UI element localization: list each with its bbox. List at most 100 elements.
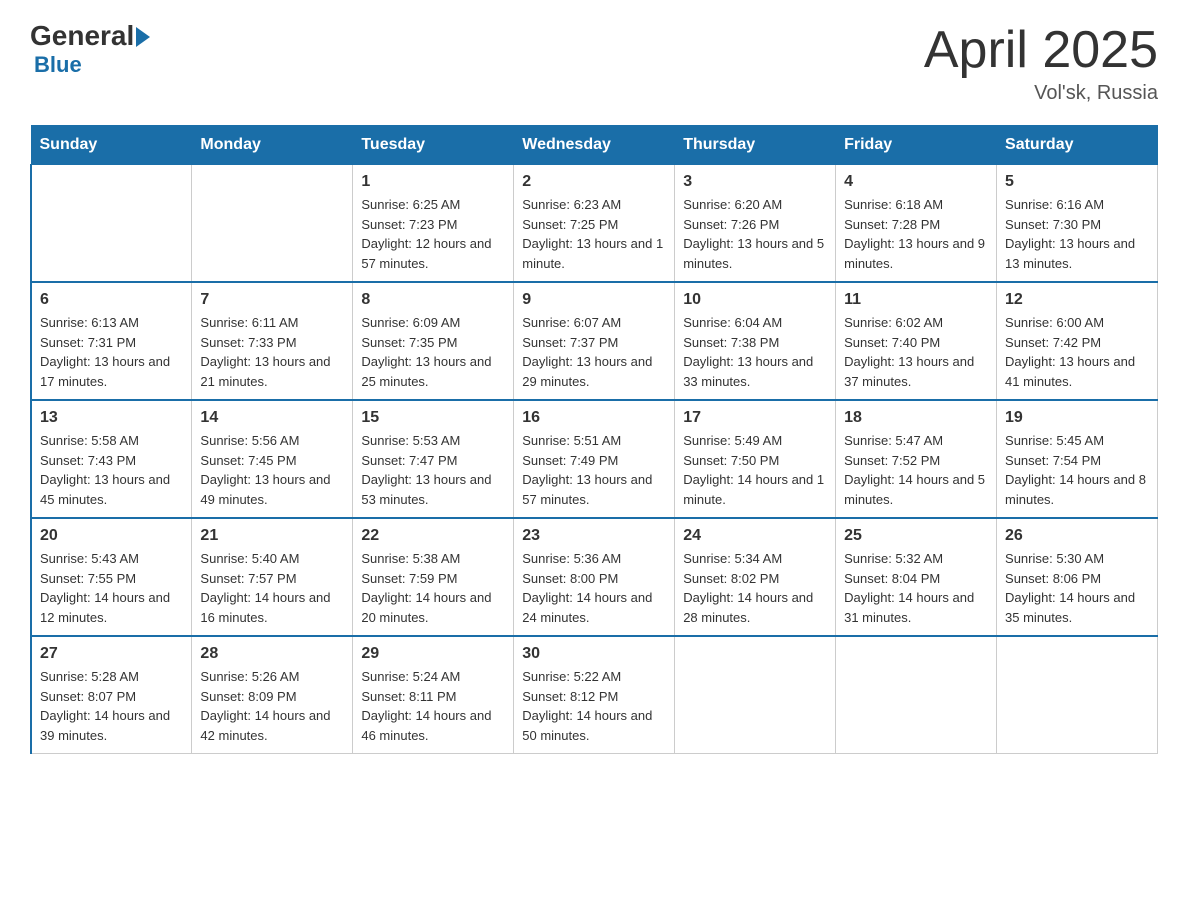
calendar-cell: 14Sunrise: 5:56 AMSunset: 7:45 PMDayligh… bbox=[192, 400, 353, 518]
calendar-header-row: Sunday Monday Tuesday Wednesday Thursday… bbox=[31, 126, 1158, 165]
logo-blue-text: Blue bbox=[34, 52, 82, 78]
calendar-cell: 17 Sunrise: 5:49 AMSunset: 7:50 PMDayligh… bbox=[675, 400, 836, 518]
calendar-cell: 26 Sunrise: 5:30 AMSunset: 8:06 PMDayligh… bbox=[997, 518, 1158, 636]
cell-sun-info: Sunrise: 5:24 AMSunset: 8:11 PMDaylight:… bbox=[361, 667, 505, 745]
cell-day-number: 26 bbox=[1005, 527, 1149, 545]
cell-day-number: 7 bbox=[200, 291, 344, 309]
cell-sun-info: Sunrise: 5:40 AMSunset: 7:57 PMDaylight:… bbox=[200, 549, 344, 627]
cell-day-number: 22 bbox=[361, 527, 505, 545]
calendar-table: Sunday Monday Tuesday Wednesday Thursday… bbox=[30, 125, 1158, 754]
calendar-week-row: 1Sunrise: 6:25 AMSunset: 7:23 PMDaylight… bbox=[31, 165, 1158, 283]
cell-day-number: 29 bbox=[361, 645, 505, 663]
cell-sun-info: Sunrise: 5:43 AMSunset: 7:55 PMDaylight:… bbox=[40, 549, 183, 627]
calendar-cell bbox=[997, 636, 1158, 754]
calendar-week-row: 20 Sunrise: 5:43 AMSunset: 7:55 PMDayligh… bbox=[31, 518, 1158, 636]
calendar-cell: 30 Sunrise: 5:22 AMSunset: 8:12 PMDayligh… bbox=[514, 636, 675, 754]
page-header: General Blue April 2025 Vol'sk, Russia bbox=[30, 20, 1158, 105]
calendar-cell: 15Sunrise: 5:53 AMSunset: 7:47 PMDayligh… bbox=[353, 400, 514, 518]
location-subtitle: Vol'sk, Russia bbox=[924, 82, 1158, 105]
cell-day-number: 24 bbox=[683, 527, 827, 545]
cell-sun-info: Sunrise: 6:04 AMSunset: 7:38 PMDaylight:… bbox=[683, 313, 827, 391]
calendar-cell bbox=[192, 165, 353, 283]
cell-sun-info: Sunrise: 6:09 AMSunset: 7:35 PMDaylight:… bbox=[361, 313, 505, 391]
cell-sun-info: Sunrise: 6:23 AMSunset: 7:25 PMDaylight:… bbox=[522, 195, 666, 273]
cell-day-number: 23 bbox=[522, 527, 666, 545]
header-thursday: Thursday bbox=[675, 126, 836, 165]
cell-day-number: 13 bbox=[40, 409, 183, 427]
calendar-cell: 12 Sunrise: 6:00 AMSunset: 7:42 PMDayligh… bbox=[997, 282, 1158, 400]
header-wednesday: Wednesday bbox=[514, 126, 675, 165]
cell-sun-info: Sunrise: 5:38 AMSunset: 7:59 PMDaylight:… bbox=[361, 549, 505, 627]
logo: General Blue bbox=[30, 20, 150, 78]
cell-sun-info: Sunrise: 6:07 AMSunset: 7:37 PMDaylight:… bbox=[522, 313, 666, 391]
calendar-cell: 4 Sunrise: 6:18 AMSunset: 7:28 PMDaylight… bbox=[836, 165, 997, 283]
cell-sun-info: Sunrise: 6:13 AMSunset: 7:31 PMDaylight:… bbox=[40, 313, 183, 391]
cell-day-number: 25 bbox=[844, 527, 988, 545]
cell-sun-info: Sunrise: 6:00 AMSunset: 7:42 PMDaylight:… bbox=[1005, 313, 1149, 391]
cell-sun-info: Sunrise: 5:22 AMSunset: 8:12 PMDaylight:… bbox=[522, 667, 666, 745]
header-saturday: Saturday bbox=[997, 126, 1158, 165]
cell-sun-info: Sunrise: 5:58 AMSunset: 7:43 PMDaylight:… bbox=[40, 431, 183, 509]
cell-day-number: 21 bbox=[200, 527, 344, 545]
cell-day-number: 16 bbox=[522, 409, 666, 427]
calendar-cell: 29 Sunrise: 5:24 AMSunset: 8:11 PMDayligh… bbox=[353, 636, 514, 754]
header-friday: Friday bbox=[836, 126, 997, 165]
cell-day-number: 19 bbox=[1005, 409, 1149, 427]
calendar-cell bbox=[675, 636, 836, 754]
calendar-week-row: 27 Sunrise: 5:28 AMSunset: 8:07 PMDayligh… bbox=[31, 636, 1158, 754]
calendar-cell: 11 Sunrise: 6:02 AMSunset: 7:40 PMDayligh… bbox=[836, 282, 997, 400]
cell-sun-info: Sunrise: 6:16 AMSunset: 7:30 PMDaylight:… bbox=[1005, 195, 1149, 273]
calendar-cell: 25 Sunrise: 5:32 AMSunset: 8:04 PMDayligh… bbox=[836, 518, 997, 636]
calendar-cell: 19Sunrise: 5:45 AMSunset: 7:54 PMDayligh… bbox=[997, 400, 1158, 518]
cell-sun-info: Sunrise: 5:28 AMSunset: 8:07 PMDaylight:… bbox=[40, 667, 183, 745]
calendar-cell bbox=[836, 636, 997, 754]
cell-day-number: 17 bbox=[683, 409, 827, 427]
calendar-cell: 21 Sunrise: 5:40 AMSunset: 7:57 PMDayligh… bbox=[192, 518, 353, 636]
cell-day-number: 28 bbox=[200, 645, 344, 663]
cell-sun-info: Sunrise: 6:02 AMSunset: 7:40 PMDaylight:… bbox=[844, 313, 988, 391]
cell-day-number: 10 bbox=[683, 291, 827, 309]
cell-day-number: 12 bbox=[1005, 291, 1149, 309]
cell-day-number: 20 bbox=[40, 527, 183, 545]
cell-day-number: 9 bbox=[522, 291, 666, 309]
cell-day-number: 11 bbox=[844, 291, 988, 309]
calendar-cell: 8 Sunrise: 6:09 AMSunset: 7:35 PMDaylight… bbox=[353, 282, 514, 400]
cell-sun-info: Sunrise: 5:49 AMSunset: 7:50 PMDaylight:… bbox=[683, 431, 827, 509]
calendar-cell: 10 Sunrise: 6:04 AMSunset: 7:38 PMDayligh… bbox=[675, 282, 836, 400]
cell-sun-info: Sunrise: 5:30 AMSunset: 8:06 PMDaylight:… bbox=[1005, 549, 1149, 627]
cell-sun-info: Sunrise: 6:20 AMSunset: 7:26 PMDaylight:… bbox=[683, 195, 827, 273]
calendar-cell: 9 Sunrise: 6:07 AMSunset: 7:37 PMDaylight… bbox=[514, 282, 675, 400]
cell-sun-info: Sunrise: 5:26 AMSunset: 8:09 PMDaylight:… bbox=[200, 667, 344, 745]
cell-sun-info: Sunrise: 5:36 AMSunset: 8:00 PMDaylight:… bbox=[522, 549, 666, 627]
month-year-title: April 2025 bbox=[924, 20, 1158, 80]
calendar-week-row: 6 Sunrise: 6:13 AMSunset: 7:31 PMDaylight… bbox=[31, 282, 1158, 400]
logo-arrow-icon bbox=[136, 27, 150, 47]
cell-sun-info: Sunrise: 6:11 AMSunset: 7:33 PMDaylight:… bbox=[200, 313, 344, 391]
cell-day-number: 4 bbox=[844, 173, 988, 191]
cell-sun-info: Sunrise: 5:32 AMSunset: 8:04 PMDaylight:… bbox=[844, 549, 988, 627]
calendar-cell: 28 Sunrise: 5:26 AMSunset: 8:09 PMDayligh… bbox=[192, 636, 353, 754]
cell-day-number: 8 bbox=[361, 291, 505, 309]
calendar-cell: 6 Sunrise: 6:13 AMSunset: 7:31 PMDaylight… bbox=[31, 282, 192, 400]
logo-general-text: General bbox=[30, 20, 134, 52]
cell-day-number: 5 bbox=[1005, 173, 1149, 191]
cell-day-number: 30 bbox=[522, 645, 666, 663]
calendar-cell: 22 Sunrise: 5:38 AMSunset: 7:59 PMDayligh… bbox=[353, 518, 514, 636]
header-tuesday: Tuesday bbox=[353, 126, 514, 165]
cell-sun-info: Sunrise: 5:47 AMSunset: 7:52 PMDaylight:… bbox=[844, 431, 988, 509]
cell-day-number: 27 bbox=[40, 645, 183, 663]
calendar-cell: 2 Sunrise: 6:23 AMSunset: 7:25 PMDaylight… bbox=[514, 165, 675, 283]
calendar-cell: 23 Sunrise: 5:36 AMSunset: 8:00 PMDayligh… bbox=[514, 518, 675, 636]
cell-day-number: 2 bbox=[522, 173, 666, 191]
cell-day-number: 18 bbox=[844, 409, 988, 427]
cell-sun-info: Sunrise: 6:18 AMSunset: 7:28 PMDaylight:… bbox=[844, 195, 988, 273]
cell-sun-info: Sunrise: 5:34 AMSunset: 8:02 PMDaylight:… bbox=[683, 549, 827, 627]
title-section: April 2025 Vol'sk, Russia bbox=[924, 20, 1158, 105]
calendar-cell: 7 Sunrise: 6:11 AMSunset: 7:33 PMDaylight… bbox=[192, 282, 353, 400]
cell-day-number: 6 bbox=[40, 291, 183, 309]
calendar-cell: 16 Sunrise: 5:51 AMSunset: 7:49 PMDayligh… bbox=[514, 400, 675, 518]
cell-sun-info: Sunrise: 5:51 AMSunset: 7:49 PMDaylight:… bbox=[522, 431, 666, 509]
cell-day-number: 15 bbox=[361, 409, 505, 427]
cell-sun-info: Sunrise: 5:56 AMSunset: 7:45 PMDaylight:… bbox=[200, 431, 344, 509]
calendar-cell: 5 Sunrise: 6:16 AMSunset: 7:30 PMDaylight… bbox=[997, 165, 1158, 283]
